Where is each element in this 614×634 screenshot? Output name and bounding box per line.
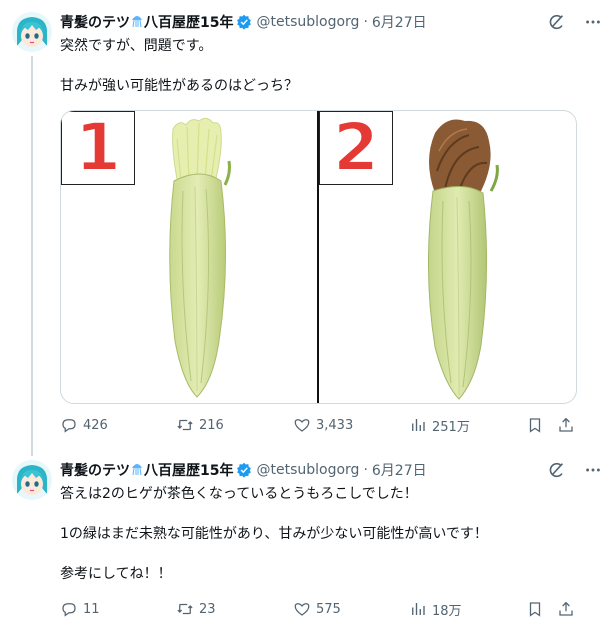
author-name[interactable]: 青髪のテツ — [60, 460, 130, 480]
like-count: 575 — [316, 601, 341, 617]
views-icon — [412, 603, 425, 615]
author-name-suffix[interactable]: 八百屋歴15年 — [144, 460, 233, 480]
share-button[interactable] — [557, 600, 575, 618]
tweet-header: 青髪のテツ 八百屋歴15年 @tetsublogorg · 6月27日 — [60, 12, 602, 32]
repost-icon — [177, 603, 193, 615]
more-icon[interactable] — [584, 13, 602, 31]
tweet-media[interactable]: 1 2 — [60, 110, 577, 404]
like-icon — [294, 419, 310, 432]
views-icon — [412, 419, 425, 431]
avatar[interactable] — [12, 12, 52, 52]
like-count: 3,433 — [316, 417, 354, 433]
share-icon — [559, 601, 573, 616]
tweet[interactable]: 青髪のテツ 八百屋歴15年 @tetsublogorg · 6月27日 突然です… — [0, 0, 614, 456]
author-name-suffix[interactable]: 八百屋歴15年 — [144, 12, 233, 32]
avatar-image — [12, 460, 52, 500]
panel-label-2-text: 2 — [332, 110, 380, 186]
avatar-image — [12, 12, 52, 52]
repost-count: 23 — [199, 601, 216, 617]
tweet-date[interactable]: 6月27日 — [372, 460, 427, 480]
like-icon — [294, 603, 310, 616]
reply-icon — [62, 419, 76, 433]
reply-count: 11 — [83, 601, 100, 617]
views-button[interactable]: 251万 — [409, 416, 470, 435]
avatar[interactable] — [12, 460, 52, 500]
grok-icon[interactable] — [548, 13, 566, 31]
repost-button[interactable]: 23 — [176, 600, 216, 618]
separator-dot: · — [363, 462, 368, 478]
panel-label-1-text: 1 — [74, 110, 122, 186]
jellyfish-icon — [131, 14, 143, 31]
tweet-text-blank — [60, 504, 598, 524]
reply-button[interactable]: 426 — [60, 416, 108, 434]
tweet-text-blank — [60, 56, 598, 76]
views-count: 18万 — [432, 603, 462, 619]
more-icon[interactable] — [584, 461, 602, 479]
views-count: 251万 — [432, 419, 470, 435]
separator-dot: · — [363, 14, 368, 30]
share-button[interactable] — [557, 416, 575, 434]
panel-label-1: 1 — [61, 111, 135, 185]
share-icon — [559, 417, 573, 432]
reply-button[interactable]: 11 — [60, 600, 100, 618]
reply-count: 426 — [83, 417, 108, 433]
like-button[interactable]: 3,433 — [293, 416, 353, 434]
author-name[interactable]: 青髪のテツ — [60, 12, 130, 32]
bookmark-button[interactable] — [526, 600, 544, 618]
repost-count: 216 — [199, 417, 224, 433]
tweet-actions: 11 23 575 18万 — [60, 599, 598, 619]
panel-label-2: 2 — [319, 111, 393, 185]
tweet-actions: 426 216 3,433 251万 — [60, 415, 598, 435]
tweet[interactable]: 青髪のテツ 八百屋歴15年 @tetsublogorg · 6月27日 答えは2… — [0, 450, 614, 634]
author-handle[interactable]: @tetsublogorg — [256, 462, 359, 478]
verified-badge-icon — [236, 462, 252, 478]
grok-icon[interactable] — [548, 461, 566, 479]
views-button[interactable]: 18万 — [409, 600, 462, 619]
tweet-text-blank — [60, 544, 598, 564]
author-handle[interactable]: @tetsublogorg — [256, 14, 359, 30]
tweet-text-line: 甘みが強い可能性があるのはどっち？ — [60, 78, 298, 94]
tweet-text-line: 1の緑はまだ未熟な可能性があり、甘みが少ない可能性が高いです！ — [60, 526, 488, 542]
media-panel-2[interactable]: 2 — [319, 111, 576, 403]
jellyfish-icon — [131, 462, 143, 479]
repost-button[interactable]: 216 — [176, 416, 224, 434]
media-panel-1[interactable]: 1 — [61, 111, 318, 403]
bookmark-icon — [529, 418, 541, 433]
verified-badge-icon — [236, 14, 252, 30]
tweet-text-line: 参考にしてね！！ — [60, 566, 172, 582]
thread-line — [31, 56, 33, 456]
repost-icon — [177, 419, 193, 431]
tweet-header: 青髪のテツ 八百屋歴15年 @tetsublogorg · 6月27日 — [60, 460, 602, 480]
bookmark-button[interactable] — [526, 416, 544, 434]
tweet-text: 答えは2のヒゲが茶色くなっているとうもろこしでした！ 1の緑はまだ未熟な可能性が… — [60, 484, 598, 584]
tweet-text-line: 突然ですが、問題です。 — [60, 38, 213, 54]
tweet-text: 突然ですが、問題です。 甘みが強い可能性があるのはどっち？ — [60, 36, 598, 96]
tweet-text-line: 答えは2のヒゲが茶色くなっているとうもろこしでした！ — [60, 486, 418, 502]
reply-icon — [62, 603, 76, 617]
like-button[interactable]: 575 — [293, 600, 341, 618]
tweet-date[interactable]: 6月27日 — [372, 12, 427, 32]
bookmark-icon — [529, 602, 541, 617]
